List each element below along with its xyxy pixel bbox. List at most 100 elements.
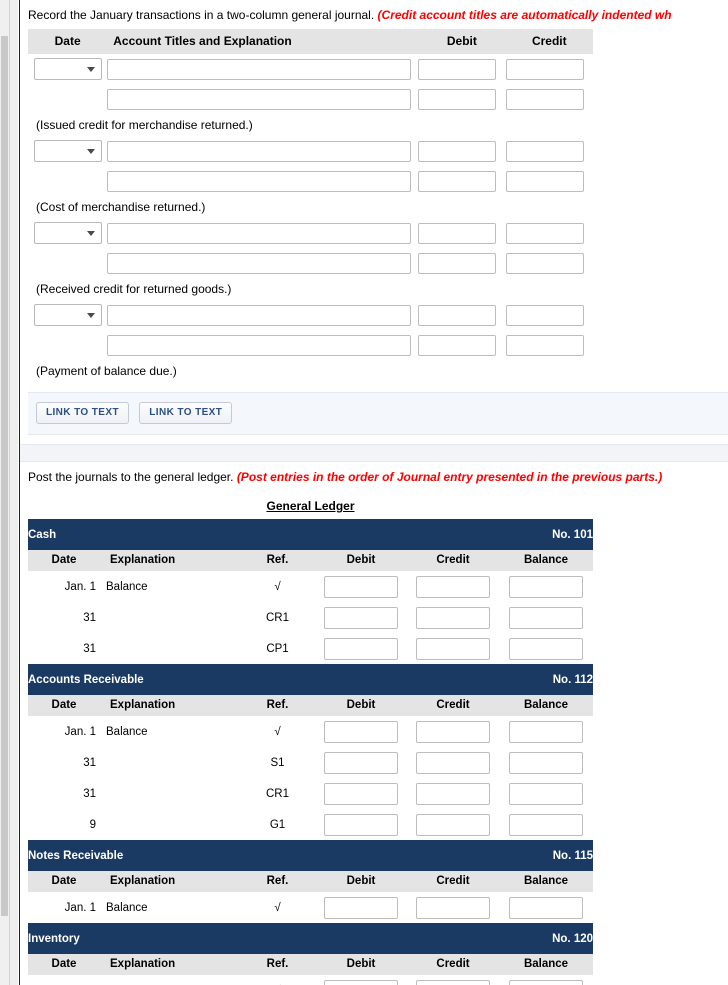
- journal-instruction-emphasis: (Credit account titles are automatically…: [377, 8, 672, 22]
- journal-debit-input-0-b[interactable]: [418, 88, 497, 110]
- ledger-debit-input-0-1[interactable]: [324, 606, 398, 629]
- journal-account-input-2-debit[interactable]: [107, 222, 412, 244]
- ledger-balance-input-1-1[interactable]: [509, 751, 583, 774]
- ledger-debit-cell: [315, 747, 407, 778]
- ledger-account-header: Accounts Receivable No. 112: [28, 664, 594, 695]
- ledger-balance-input-3-0[interactable]: [509, 979, 584, 985]
- journal-credit-input-2-b[interactable]: [505, 252, 584, 274]
- ledger-balance-input-0-0[interactable]: [509, 575, 583, 598]
- ledger-debit-input-1-3[interactable]: [324, 813, 398, 836]
- ledger-row-ref: G1: [269, 818, 286, 831]
- journal-account-input-1-debit[interactable]: [107, 140, 412, 162]
- ledger-balance-input-1-3[interactable]: [509, 813, 583, 836]
- ledger-header-balance: Balance: [499, 550, 593, 571]
- ledger-credit-input-0-0[interactable]: [416, 575, 490, 598]
- ledger-debit-input-1-1[interactable]: [324, 751, 398, 774]
- journal-explanation-row: (Received credit for returned goods.): [28, 278, 593, 300]
- ledger-balance-input-0-1[interactable]: [509, 606, 583, 629]
- ledger-account-header: Notes Receivable No. 115: [28, 840, 594, 871]
- ledger-credit-input-1-1[interactable]: [416, 751, 490, 774]
- ledger-debit-input-0-0[interactable]: [324, 575, 398, 598]
- journal-credit-input-1[interactable]: [505, 140, 584, 162]
- journal-debit-input-0[interactable]: [418, 58, 497, 80]
- ledger-balance-input-2-0[interactable]: [509, 896, 583, 919]
- journal-debit-input-1-b[interactable]: [418, 170, 497, 192]
- ledger-balance-input-0-2[interactable]: [509, 637, 583, 660]
- ledger-balance-input-1-2[interactable]: [509, 782, 583, 805]
- ledger-debit-input-2-0[interactable]: [324, 896, 398, 919]
- ledger-header-explanation: Explanation: [100, 954, 240, 975]
- ledger-credit-input-1-0[interactable]: [416, 720, 490, 743]
- ledger-row: Jan. 1Balance√: [28, 975, 593, 985]
- journal-credit-cell: [505, 166, 593, 196]
- ledger-debit-input-1-0[interactable]: [324, 720, 398, 743]
- journal-credit-input-0[interactable]: [505, 58, 584, 80]
- journal-date-select-2[interactable]: [34, 222, 102, 244]
- journal-debit-input-2-b[interactable]: [418, 252, 497, 274]
- journal-date-cell-empty: [28, 84, 107, 114]
- ledger-row-date: 31: [83, 642, 96, 655]
- journal-debit-input-3-b[interactable]: [418, 334, 497, 356]
- journal-date-cell-empty: [28, 330, 107, 360]
- journal-credit-input-0-b[interactable]: [505, 88, 584, 110]
- journal-explanation-row: (Issued credit for merchandise returned.…: [28, 114, 593, 136]
- journal-account-input-3-debit[interactable]: [107, 304, 412, 326]
- journal-header-date: Date: [28, 29, 108, 54]
- link-to-text-button-2[interactable]: LINK TO TEXT: [139, 402, 233, 424]
- journal-debit-cell: [418, 330, 505, 360]
- ledger-credit-input-0-2[interactable]: [416, 637, 490, 660]
- journal-debit-input-3[interactable]: [418, 304, 497, 326]
- journal-date-select-0[interactable]: [34, 58, 102, 80]
- ledger-credit-input-0-1[interactable]: [416, 606, 490, 629]
- ledger-header-ref: Ref.: [240, 954, 316, 975]
- ledger-row-date: 31: [83, 787, 96, 800]
- ledger-balance-input-1-0[interactable]: [509, 720, 583, 743]
- ledger-debit-input-1-2[interactable]: [324, 782, 398, 805]
- ledger-credit-input-1-2[interactable]: [416, 782, 490, 805]
- ledger-row-date: 31: [83, 756, 96, 769]
- journal-header-debit: Debit: [418, 29, 506, 54]
- journal-debit-input-2[interactable]: [418, 222, 497, 244]
- journal-date-select-wrap: [34, 304, 102, 326]
- journal-debit-input-1[interactable]: [418, 140, 497, 162]
- journal-credit-input-3[interactable]: [505, 304, 584, 326]
- ledger-row: 31 CP1: [28, 633, 593, 664]
- ledger-header-balance: Balance: [499, 695, 594, 716]
- journal-account-input-1-credit[interactable]: [107, 170, 412, 192]
- ledger-header-explanation: Explanation: [100, 871, 240, 892]
- ledger-debit-cell: [315, 892, 407, 923]
- journal-account-input-0-debit[interactable]: [107, 58, 412, 80]
- ledger-row-explanation: Balance: [106, 580, 148, 593]
- ledger-debit-input-3-0[interactable]: [324, 979, 399, 985]
- journal-credit-input-2[interactable]: [505, 222, 584, 244]
- ledger-credit-input-1-3[interactable]: [416, 813, 490, 836]
- ledger-balance-cell: [499, 975, 593, 985]
- journal-credit-input-3-b[interactable]: [505, 334, 584, 356]
- outer-scrollbar-thumb[interactable]: [1, 36, 8, 916]
- journal-explanation-text: (Received credit for returned goods.): [36, 282, 232, 296]
- ledger-header-date: Date: [28, 695, 100, 716]
- journal-date-select-1[interactable]: [34, 140, 102, 162]
- ledger-credit-input-2-0[interactable]: [416, 896, 490, 919]
- journal-account-input-3-credit[interactable]: [107, 334, 412, 356]
- journal-header-account: Account Titles and Explanation: [107, 29, 419, 54]
- inner-scrollbar[interactable]: [10, 0, 27, 985]
- journal-date-select-3[interactable]: [34, 304, 102, 326]
- ledger-balance-cell: [499, 602, 593, 633]
- outer-scrollbar[interactable]: [0, 0, 10, 985]
- ledger-header-credit: Credit: [407, 871, 499, 892]
- ledger-debit-input-0-2[interactable]: [324, 637, 398, 660]
- ledger-balance-cell: [499, 778, 593, 809]
- journal-date-cell: [28, 136, 107, 166]
- ledger-credit-input-3-0[interactable]: [416, 979, 491, 985]
- journal-date-cell: [28, 54, 107, 84]
- journal-account-input-0-credit[interactable]: [107, 88, 412, 110]
- ledger-row-ref: S1: [270, 756, 285, 769]
- link-to-text-button-1[interactable]: LINK TO TEXT: [36, 402, 129, 424]
- ledger-header-date: Date: [28, 954, 100, 975]
- ledger-row-date: Jan. 1: [64, 580, 96, 593]
- ledger-row-explanation: [100, 602, 240, 633]
- journal-account-input-2-credit[interactable]: [107, 252, 412, 274]
- ledger-credit-cell: [407, 602, 499, 633]
- journal-credit-input-1-b[interactable]: [505, 170, 584, 192]
